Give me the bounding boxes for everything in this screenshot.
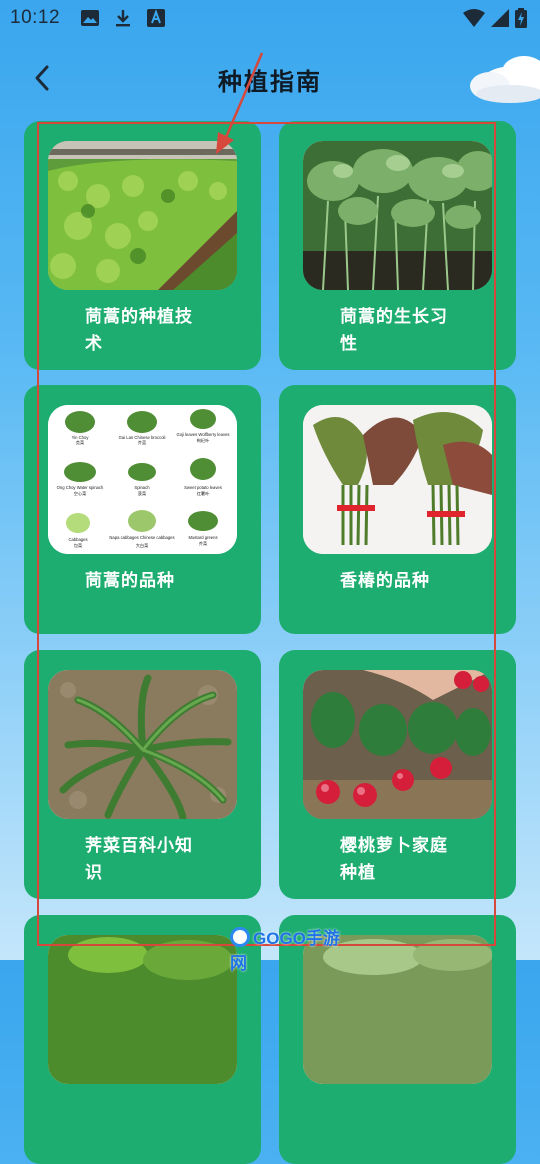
guide-card-label: 茼蒿的种植技术 <box>85 307 193 354</box>
toon-bundles-photo <box>303 405 492 554</box>
chart-label: 菠菜 <box>138 490 147 497</box>
crop-field-photo <box>48 141 237 290</box>
watermark-logo: GOGO手游网 <box>230 924 340 973</box>
guide-card[interactable] <box>279 915 516 1164</box>
cherry-radish-photo <box>303 670 492 819</box>
guide-card[interactable]: 樱桃萝卜家庭种植 <box>279 650 516 899</box>
guide-card-image <box>48 670 237 819</box>
chart-label: 大白菜 <box>136 542 149 549</box>
guide-card-image <box>303 670 492 819</box>
chart-label: 芥蓝 <box>138 439 146 446</box>
guide-card-label: 香椿的品种 <box>340 571 430 591</box>
chart-label: Cabbages <box>68 537 87 542</box>
chart-label: 包菜 <box>74 542 83 549</box>
guide-card[interactable]: 茼蒿的生长习性 <box>279 121 516 370</box>
greens-photo <box>303 935 492 1084</box>
guide-card[interactable]: 荠菜百科小知识 <box>24 650 261 899</box>
guide-card[interactable] <box>24 915 261 1164</box>
guide-card-label: 茼蒿的品种 <box>85 571 175 591</box>
leafy-greens-photo <box>303 141 492 290</box>
guide-card[interactable]: 茼蒿的种植技术 <box>24 121 261 370</box>
guide-card-image <box>303 405 492 554</box>
guide-grid: 茼蒿的种植技术 茼蒿的生长习性 Yin Choy 苋菜 Gai Lan Chin… <box>0 0 540 1164</box>
chart-label: 红薯叶 <box>197 490 210 497</box>
chart-label: Goji leaves Wolfberry leaves <box>177 432 230 437</box>
guide-card-image <box>303 141 492 290</box>
chart-label: Spinach <box>134 485 150 490</box>
vegetable-chart-photo: Yin Choy 苋菜 Gai Lan Chinese broccoli 芥蓝 … <box>48 405 237 554</box>
guide-card[interactable]: Yin Choy 苋菜 Gai Lan Chinese broccoli 芥蓝 … <box>24 385 261 634</box>
chart-label: Napa cabbages Chinese cabbages <box>109 535 174 540</box>
guide-card-image <box>303 935 492 1084</box>
guide-card-image <box>48 141 237 290</box>
chart-label: 空心菜 <box>74 490 87 497</box>
watermark-icon <box>230 926 250 947</box>
shepherds-purse-photo <box>48 670 237 819</box>
guide-card-label: 荠菜百科小知识 <box>85 836 193 883</box>
chart-label: Ong Choy Water spinach <box>57 485 104 490</box>
chart-label: Mustard greens <box>188 535 217 540</box>
guide-card-label: 茼蒿的生长习性 <box>340 307 448 354</box>
chart-label: 苋菜 <box>76 439 85 446</box>
guide-card[interactable]: 香椿的品种 <box>279 385 516 634</box>
guide-card-image <box>48 935 237 1084</box>
chart-label: 枸杞叶 <box>197 437 210 444</box>
chart-label: Sweet potato leaves <box>184 485 222 490</box>
guide-card-image: Yin Choy 苋菜 Gai Lan Chinese broccoli 芥蓝 … <box>48 405 237 554</box>
guide-card-label: 樱桃萝卜家庭种植 <box>340 836 448 883</box>
chart-label: 芥菜 <box>199 540 208 547</box>
greens-photo <box>48 935 237 1084</box>
